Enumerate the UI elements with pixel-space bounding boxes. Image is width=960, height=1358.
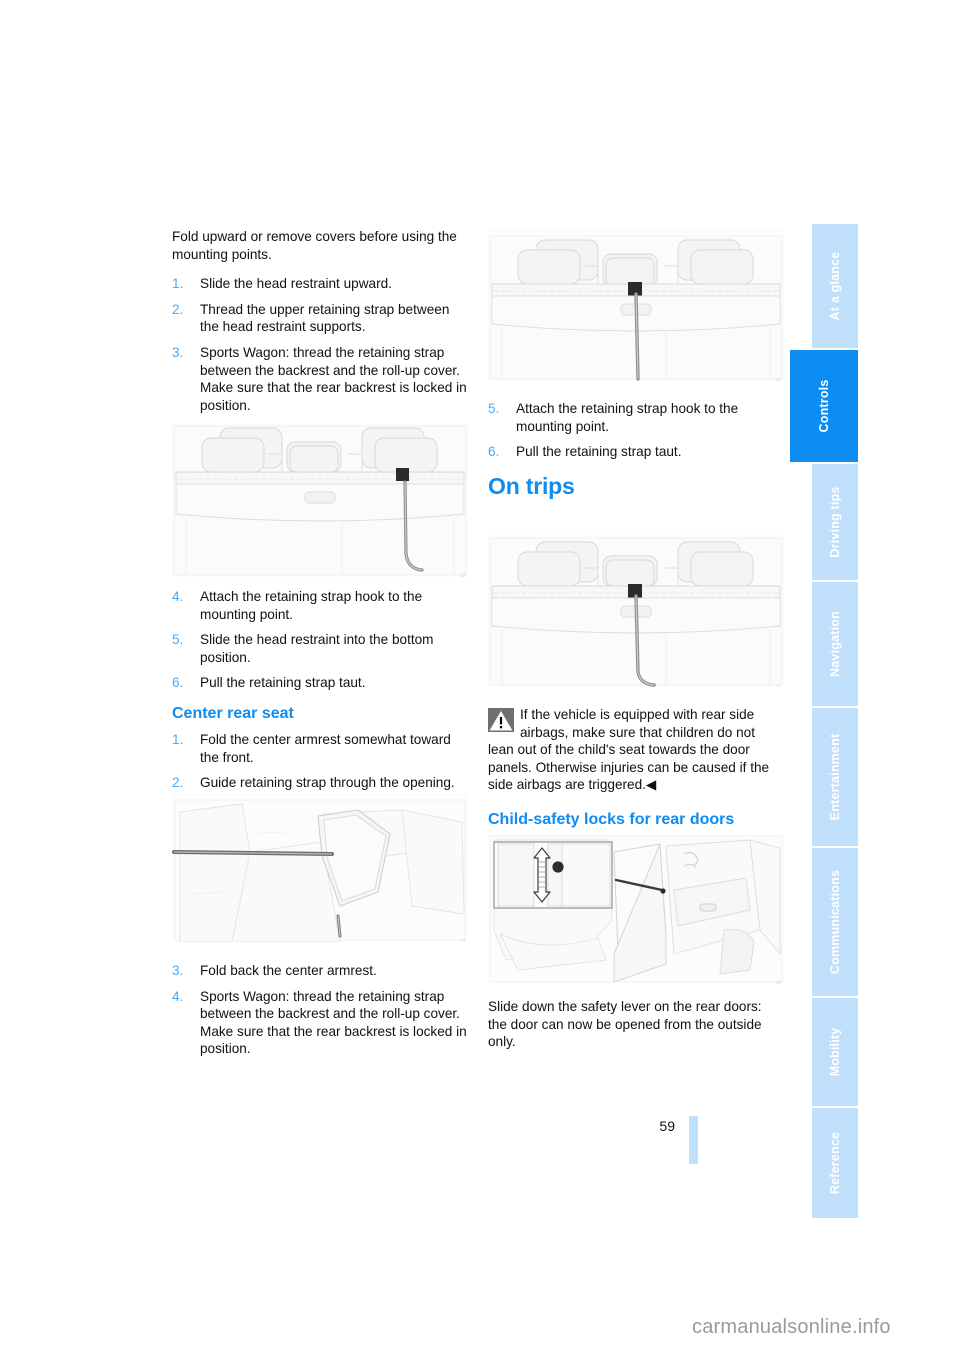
right-text-column-warning: If the vehicle is equipped with rear sid… — [488, 706, 784, 837]
sidebar-tab-label: At a glance — [828, 251, 842, 321]
step-number: 1. — [172, 276, 184, 292]
step-text: Sports Wagon: thread the retaining strap… — [200, 988, 467, 1057]
figure-rear-seats-head-restraints-raised: VIC4EV00 — [172, 424, 468, 577]
step-number: 4. — [172, 988, 184, 1004]
warning-text: If the vehicle is equipped with rear sid… — [488, 707, 770, 793]
step-number: 6. — [172, 675, 184, 691]
step-item: 5. Slide the head restraint into the bot… — [172, 631, 468, 666]
closing-paragraph: Slide down the safety lever on the rear … — [488, 999, 762, 1050]
step-item: 1. Slide the head restraint upward. — [172, 275, 468, 293]
section-tab-rail: At a glance Controls Driving tips Naviga… — [790, 224, 858, 1218]
sidebar-tab-mobility[interactable]: Mobility — [812, 998, 858, 1106]
step-text: Guide retaining strap through the openin… — [200, 775, 455, 791]
step-text: Fold the center armrest somewhat toward … — [200, 731, 451, 765]
figure-rear-seats-strap-taut: VIC4E0WA — [488, 534, 784, 687]
page-number-bar — [689, 1116, 698, 1164]
sidebar-tab-label: Reference — [828, 1131, 842, 1195]
sidebar-tab-communications[interactable]: Communications — [812, 848, 858, 996]
step-number: 5. — [488, 401, 500, 416]
right-text-column-bottom: Slide down the safety lever on the rear … — [488, 998, 784, 1063]
step-number: 4. — [172, 589, 184, 604]
heading-child-safety-locks: Child-safety locks for rear doors — [488, 810, 735, 828]
figure-code: VIC4EV00 — [460, 573, 467, 577]
step-item: 5. Attach the retaining strap hook to th… — [488, 400, 784, 435]
step-item: 3. Fold back the center armrest. — [172, 962, 468, 980]
step-text: Thread the upper retaining strap between… — [200, 301, 450, 335]
step-number: 2. — [172, 775, 184, 791]
step-item: 1. Fold the center armrest somewhat towa… — [172, 731, 468, 766]
intro-paragraph: Fold upward or remove covers before usin… — [172, 229, 457, 262]
rear-seat-illustration — [172, 424, 468, 577]
rear-seat-illustration — [488, 534, 784, 687]
sidebar-tab-reference[interactable]: Reference — [812, 1108, 858, 1218]
step-text: Slide the head restraint into the bottom… — [200, 632, 434, 665]
site-watermark: carmanualsonline.info — [692, 1316, 891, 1338]
steps-list-upper: 1. Slide the head restraint upward. 2. T… — [172, 275, 468, 414]
step-text: Attach the retaining strap hook to the m… — [516, 401, 739, 434]
step-item: 2. Guide retaining strap through the ope… — [172, 774, 468, 792]
heading-center-rear-seat: Center rear seat — [172, 704, 294, 722]
step-text: Slide the head restraint upward. — [200, 276, 392, 292]
left-text-column: Fold upward or remove covers before usin… — [172, 228, 468, 426]
step-number: 3. — [172, 344, 184, 360]
steps-list-mid: 4. Attach the retaining strap hook to th… — [172, 588, 468, 692]
figure-rear-door-child-safety-lever: VIC4E0WB — [488, 834, 784, 984]
right-text-column-top: 5. Attach the retaining strap hook to th… — [488, 400, 784, 510]
rear-seat-illustration — [488, 228, 784, 381]
sidebar-tab-at-a-glance[interactable]: At a glance — [812, 224, 858, 348]
step-item: 3. Sports Wagon: thread the retaining st… — [172, 344, 468, 414]
step-number: 3. — [172, 963, 184, 978]
sidebar-tab-label: Controls — [817, 379, 831, 433]
figure-center-armrest-folded-forward: VIC4E2D01 — [172, 794, 468, 942]
sidebar-tab-label: Mobility — [828, 1027, 842, 1077]
steps-list-center-cont: 3. Fold back the center armrest. 4. Spor… — [172, 962, 468, 1058]
figure-code: VIC4E0WA — [776, 377, 783, 381]
warning-triangle-icon — [488, 708, 514, 732]
step-text: Attach the retaining strap hook to the m… — [200, 589, 423, 622]
step-text: Fold back the center armrest. — [200, 963, 377, 978]
center-armrest-illustration — [172, 794, 468, 942]
step-item: 4. Sports Wagon: thread the retaining st… — [172, 988, 468, 1058]
figure-rear-seats-strap-routed: VIC4E0WA — [488, 228, 784, 381]
page-number: 59 — [659, 1118, 675, 1134]
step-number: 1. — [172, 731, 184, 747]
left-text-column-mid: 4. Attach the retaining strap hook to th… — [172, 588, 468, 804]
step-number: 2. — [172, 301, 184, 317]
heading-on-trips: On trips — [488, 472, 575, 499]
step-number: 5. — [172, 632, 184, 648]
step-item: 6. Pull the retaining strap taut. — [488, 443, 784, 461]
step-text: Pull the retaining strap taut. — [516, 444, 682, 460]
step-text: Sports Wagon: thread the retaining strap… — [200, 344, 467, 413]
sidebar-tab-driving-tips[interactable]: Driving tips — [812, 464, 858, 580]
sidebar-tab-entertainment[interactable]: Entertainment — [812, 708, 858, 846]
left-text-column-bottom: 3. Fold back the center armrest. 4. Spor… — [172, 962, 468, 1070]
steps-list-right-top: 5. Attach the retaining strap hook to th… — [488, 400, 784, 461]
sidebar-tab-label: Driving tips — [828, 486, 842, 558]
door-child-lock-illustration — [488, 834, 784, 984]
warning-block: If the vehicle is equipped with rear sid… — [488, 706, 784, 794]
sidebar-tab-navigation[interactable]: Navigation — [812, 582, 858, 706]
steps-list-center: 1. Fold the center armrest somewhat towa… — [172, 731, 468, 792]
step-text: Pull the retaining strap taut. — [200, 675, 366, 691]
step-item: 2. Thread the upper retaining strap betw… — [172, 301, 468, 336]
sidebar-tab-label: Entertainment — [828, 733, 842, 821]
step-item: 6. Pull the retaining strap taut. — [172, 674, 468, 692]
figure-code: VIC4E0WB — [776, 980, 783, 984]
step-number: 6. — [488, 444, 500, 460]
figure-code: VIC4E0WA — [776, 683, 783, 687]
step-item: 4. Attach the retaining strap hook to th… — [172, 588, 468, 623]
sidebar-tab-label: Navigation — [828, 611, 842, 677]
sidebar-tab-label: Communications — [828, 869, 842, 975]
sidebar-tab-controls[interactable]: Controls — [790, 350, 858, 462]
manual-page: At a glance Controls Driving tips Naviga… — [0, 0, 960, 1358]
figure-code: VIC4E2D01 — [460, 938, 467, 942]
